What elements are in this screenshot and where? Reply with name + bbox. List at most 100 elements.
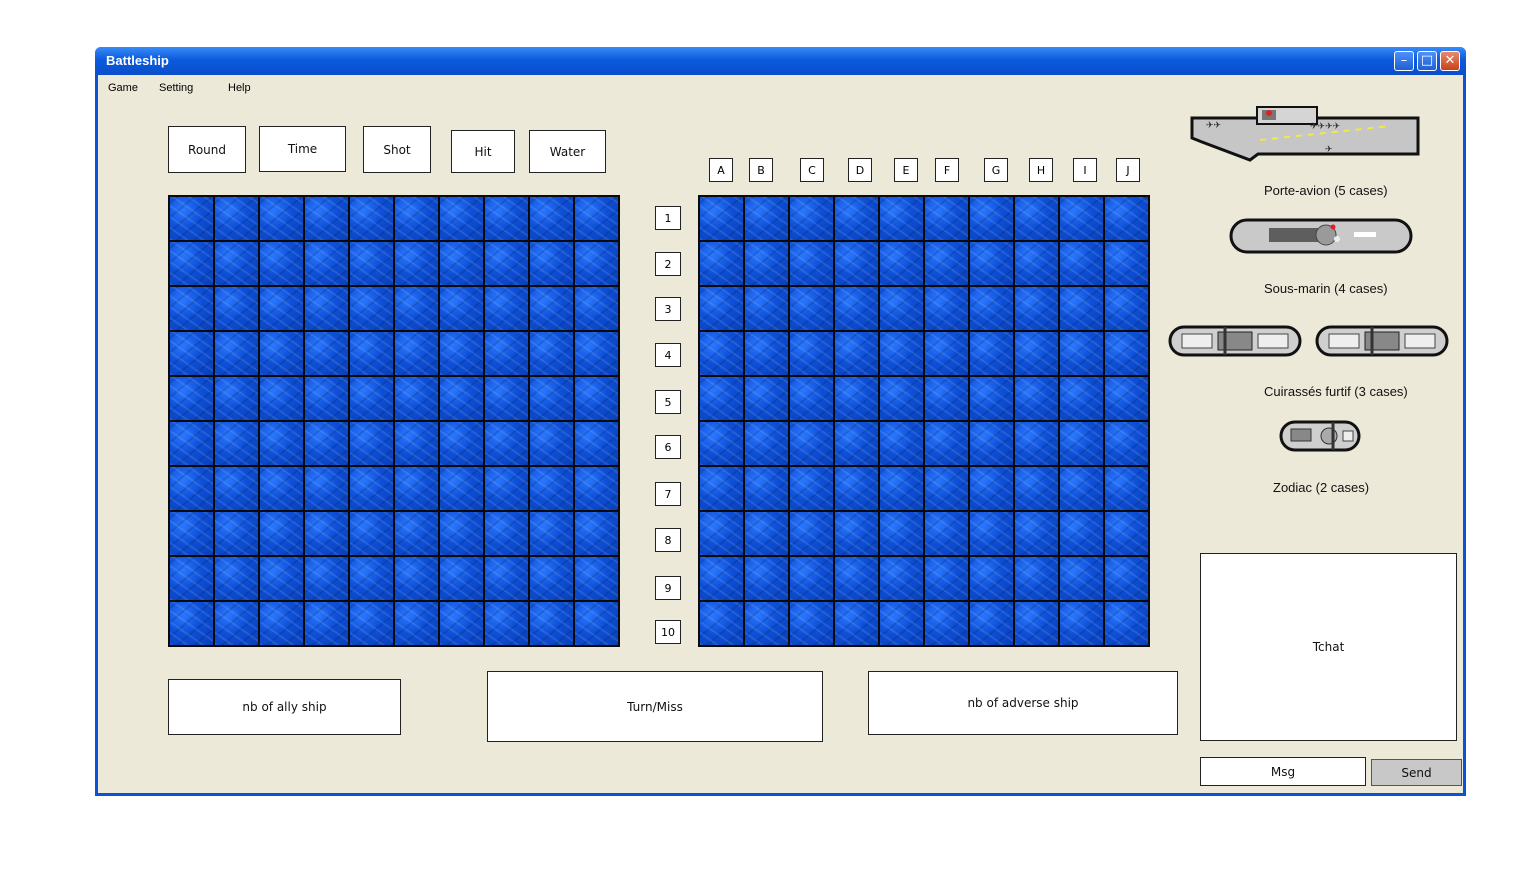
enemy-grid-cell[interactable] <box>700 377 743 420</box>
ally-grid-cell[interactable] <box>530 512 573 555</box>
enemy-grid-cell[interactable] <box>970 197 1013 240</box>
ally-grid-cell[interactable] <box>215 467 258 510</box>
ally-grid-cell[interactable] <box>305 512 348 555</box>
ally-grid-cell[interactable] <box>395 287 438 330</box>
enemy-grid-cell[interactable] <box>1060 467 1103 510</box>
ally-grid-cell[interactable] <box>260 377 303 420</box>
ally-grid-cell[interactable] <box>350 422 393 465</box>
ally-grid-cell[interactable] <box>440 197 483 240</box>
minimize-button[interactable]: – <box>1394 51 1414 71</box>
enemy-grid-cell[interactable] <box>880 557 923 600</box>
ally-grid-cell[interactable] <box>305 242 348 285</box>
enemy-grid-cell[interactable] <box>880 602 923 645</box>
enemy-grid-cell[interactable] <box>925 512 968 555</box>
ally-grid-cell[interactable] <box>350 557 393 600</box>
ally-grid-cell[interactable] <box>170 512 213 555</box>
ally-grid-cell[interactable] <box>440 467 483 510</box>
ally-grid-cell[interactable] <box>575 602 618 645</box>
enemy-grid-cell[interactable] <box>1105 557 1148 600</box>
ally-grid-cell[interactable] <box>395 557 438 600</box>
enemy-grid-cell[interactable] <box>1015 557 1058 600</box>
enemy-grid-cell[interactable] <box>745 467 788 510</box>
enemy-grid-cell[interactable] <box>925 242 968 285</box>
ally-grid-cell[interactable] <box>305 602 348 645</box>
enemy-grid-cell[interactable] <box>835 467 878 510</box>
ally-grid-cell[interactable] <box>530 557 573 600</box>
enemy-grid-cell[interactable] <box>745 197 788 240</box>
enemy-grid-cell[interactable] <box>745 557 788 600</box>
close-button[interactable]: ✕ <box>1440 51 1460 71</box>
ally-grid-cell[interactable] <box>305 332 348 375</box>
ally-grid-cell[interactable] <box>485 377 528 420</box>
ally-grid-cell[interactable] <box>395 332 438 375</box>
maximize-button[interactable]: □ <box>1417 51 1437 71</box>
ally-grid-cell[interactable] <box>260 242 303 285</box>
enemy-grid-cell[interactable] <box>835 242 878 285</box>
enemy-grid-cell[interactable] <box>1015 602 1058 645</box>
ally-grid-cell[interactable] <box>485 422 528 465</box>
enemy-grid-cell[interactable] <box>835 197 878 240</box>
enemy-grid-cell[interactable] <box>835 377 878 420</box>
enemy-grid-cell[interactable] <box>1060 512 1103 555</box>
enemy-grid-cell[interactable] <box>925 332 968 375</box>
ally-grid-cell[interactable] <box>170 242 213 285</box>
ally-grid-cell[interactable] <box>395 242 438 285</box>
ally-grid-cell[interactable] <box>305 422 348 465</box>
enemy-grid-cell[interactable] <box>745 332 788 375</box>
ally-grid-cell[interactable] <box>575 557 618 600</box>
ally-grid-cell[interactable] <box>485 467 528 510</box>
ally-grid-cell[interactable] <box>260 467 303 510</box>
enemy-grid-cell[interactable] <box>745 287 788 330</box>
enemy-grid-cell[interactable] <box>925 287 968 330</box>
ally-grid-cell[interactable] <box>170 467 213 510</box>
enemy-grid-cell[interactable] <box>835 287 878 330</box>
ally-grid-cell[interactable] <box>485 512 528 555</box>
enemy-grid-cell[interactable] <box>700 557 743 600</box>
ally-grid-cell[interactable] <box>530 242 573 285</box>
enemy-grid-cell[interactable] <box>700 287 743 330</box>
enemy-grid-cell[interactable] <box>970 242 1013 285</box>
ally-grid-cell[interactable] <box>440 332 483 375</box>
enemy-grid-cell[interactable] <box>1015 332 1058 375</box>
enemy-grid-cell[interactable] <box>970 467 1013 510</box>
ally-grid-cell[interactable] <box>260 512 303 555</box>
ally-grid-cell[interactable] <box>170 557 213 600</box>
ally-grid-cell[interactable] <box>215 557 258 600</box>
enemy-grid-cell[interactable] <box>925 467 968 510</box>
ally-grid-cell[interactable] <box>575 197 618 240</box>
ally-grid-cell[interactable] <box>575 332 618 375</box>
enemy-grid-cell[interactable] <box>1105 422 1148 465</box>
enemy-grid-cell[interactable] <box>790 602 833 645</box>
enemy-grid-cell[interactable] <box>790 377 833 420</box>
enemy-grid-cell[interactable] <box>745 512 788 555</box>
menu-game[interactable]: Game <box>108 82 138 94</box>
ally-grid-cell[interactable] <box>260 287 303 330</box>
enemy-grid-cell[interactable] <box>1105 197 1148 240</box>
enemy-grid-cell[interactable] <box>1105 602 1148 645</box>
ally-grid-cell[interactable] <box>170 602 213 645</box>
ally-grid-cell[interactable] <box>350 287 393 330</box>
ally-grid-cell[interactable] <box>575 512 618 555</box>
enemy-grid-cell[interactable] <box>1015 467 1058 510</box>
enemy-grid-cell[interactable] <box>1060 422 1103 465</box>
ally-grid-cell[interactable] <box>530 332 573 375</box>
enemy-grid-cell[interactable] <box>700 422 743 465</box>
ally-grid-cell[interactable] <box>305 197 348 240</box>
enemy-grid-cell[interactable] <box>1105 512 1148 555</box>
enemy-grid-cell[interactable] <box>1105 242 1148 285</box>
ally-grid-cell[interactable] <box>440 602 483 645</box>
ally-grid-cell[interactable] <box>260 557 303 600</box>
ally-grid-cell[interactable] <box>260 602 303 645</box>
enemy-grid-cell[interactable] <box>925 602 968 645</box>
ally-grid-cell[interactable] <box>170 377 213 420</box>
enemy-grid-cell[interactable] <box>880 512 923 555</box>
enemy-grid-cell[interactable] <box>880 197 923 240</box>
enemy-grid-cell[interactable] <box>1060 287 1103 330</box>
enemy-grid-cell[interactable] <box>1060 242 1103 285</box>
enemy-grid-cell[interactable] <box>970 512 1013 555</box>
enemy-grid-cell[interactable] <box>835 512 878 555</box>
ally-grid-cell[interactable] <box>440 512 483 555</box>
enemy-grid-cell[interactable] <box>970 602 1013 645</box>
ally-grid-cell[interactable] <box>395 512 438 555</box>
ally-grid-cell[interactable] <box>350 242 393 285</box>
